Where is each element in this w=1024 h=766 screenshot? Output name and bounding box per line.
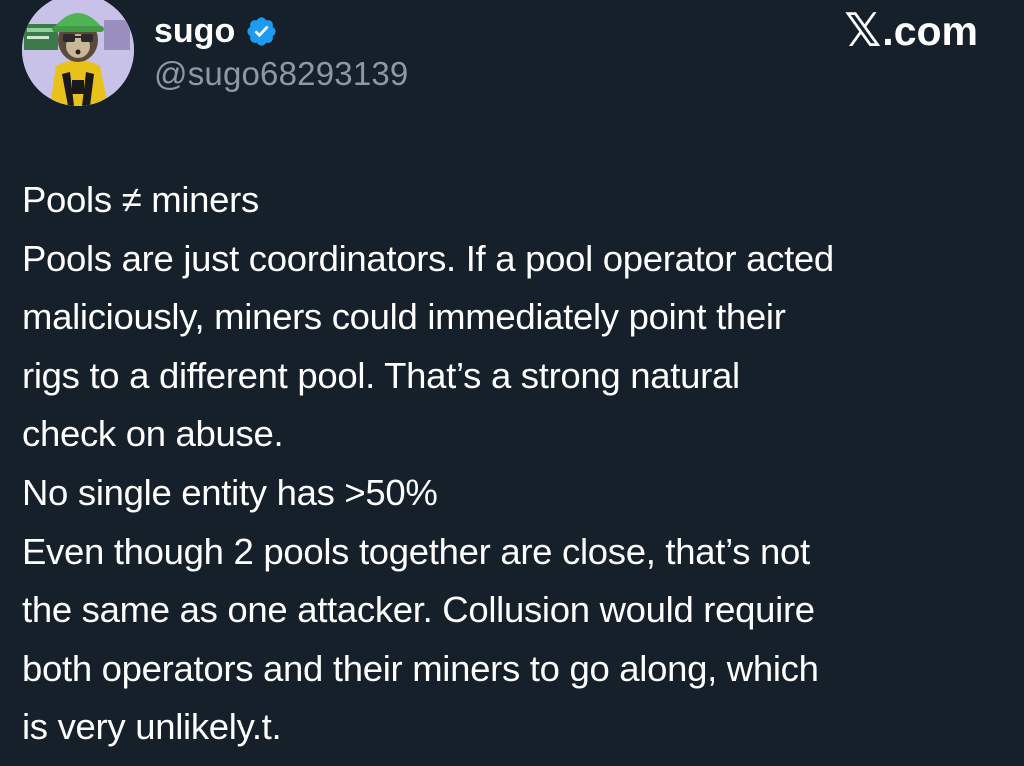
tweet-body-line: Pools ≠ miners [22, 179, 259, 220]
tweet-body-line: both operators and their miners to go al… [22, 647, 819, 689]
tweet-body-line: is very unlikely.t. [22, 706, 282, 748]
tweet-body-line: No single entity has >50% [22, 471, 438, 513]
tweet-body: Pools ≠ miners Pools are just coordinato… [22, 171, 1012, 757]
avatar[interactable] [22, 0, 134, 106]
site-label: 𝕏 .com [844, 4, 978, 58]
avatar-image [22, 0, 134, 106]
tweet-body-line: Even though 2 pools together are close, … [22, 530, 810, 572]
verified-badge-icon [245, 15, 278, 48]
tweet-body-line: check on abuse. [22, 413, 284, 455]
tweet-body-line: Pools are just coordinators. If a pool o… [22, 237, 834, 279]
x-logo-icon: 𝕏 [844, 4, 882, 56]
display-name[interactable]: sugo [154, 12, 235, 51]
tweet-body-line: maliciously, miners could immediately po… [22, 296, 786, 338]
tweet-card: sugo @sugo68293139 𝕏 .com Pools ≠ miners… [0, 0, 1024, 766]
tweet-body-line: rigs to a different pool. That’s a stron… [22, 354, 740, 396]
tweet-body-line: the same as one attacker. Collusion woul… [22, 589, 815, 631]
site-domain-suffix: .com [882, 7, 978, 54]
author-name-row: sugo [154, 6, 278, 56]
author-handle[interactable]: @sugo68293139 [154, 55, 408, 93]
